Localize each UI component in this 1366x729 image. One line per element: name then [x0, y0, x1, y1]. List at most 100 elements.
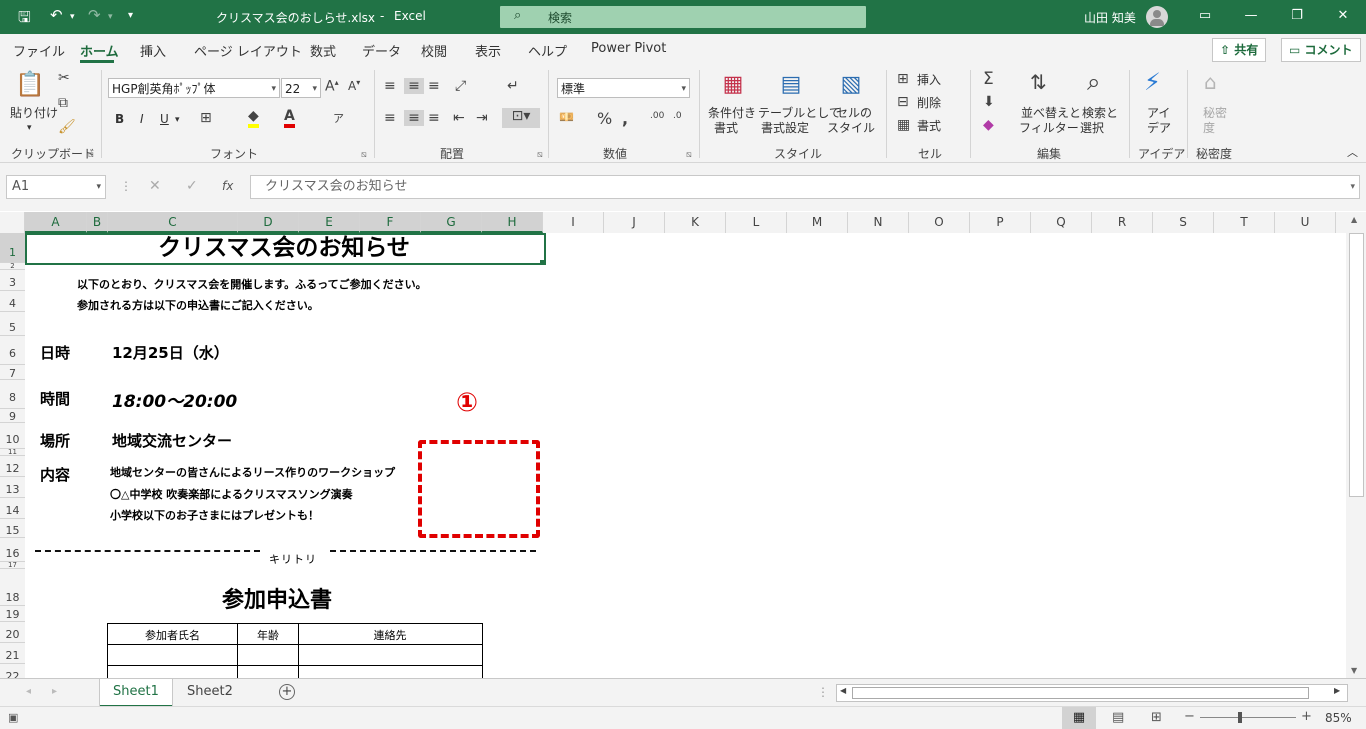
col-header-P[interactable]: P: [970, 212, 1031, 233]
horizontal-scroll-thumb[interactable]: [852, 687, 1309, 699]
font-family-select[interactable]: HGP創英角ﾎﾟｯﾌﾟ体 ▾: [108, 78, 280, 98]
avatar[interactable]: [1146, 6, 1168, 28]
cut-icon[interactable]: ✂: [58, 70, 70, 86]
orientation-icon[interactable]: ⤢: [455, 78, 466, 94]
col-header-C[interactable]: C: [108, 212, 238, 233]
name-box[interactable]: A1 ▾: [6, 175, 106, 199]
increase-decimal-icon[interactable]: .00: [650, 111, 664, 121]
row-header-21[interactable]: 21: [0, 643, 25, 664]
undo-icon[interactable]: ↶: [50, 6, 63, 24]
col-header-K[interactable]: K: [665, 212, 726, 233]
sort-filter-label-2[interactable]: フィルター: [1019, 121, 1079, 135]
find-select-label-1[interactable]: 検索と: [1082, 106, 1118, 120]
sensitivity-icon[interactable]: ⌂: [1204, 70, 1217, 94]
row-header-2[interactable]: 2: [0, 263, 25, 270]
underline-button[interactable]: U: [160, 112, 169, 126]
format-cells-label[interactable]: 書式: [917, 119, 941, 133]
normal-view-icon[interactable]: ▦: [1062, 707, 1096, 729]
scroll-up-icon[interactable]: ▲: [1351, 215, 1357, 224]
increase-font-icon[interactable]: A▴: [325, 78, 339, 95]
col-header-A[interactable]: A: [25, 212, 87, 233]
select-all-corner[interactable]: [0, 212, 25, 233]
cancel-icon[interactable]: ✕: [149, 179, 161, 193]
conditional-formatting-icon[interactable]: ▦: [719, 72, 747, 100]
col-header-B[interactable]: B: [87, 212, 108, 233]
font-color-icon[interactable]: A: [284, 108, 295, 128]
decrease-indent-icon[interactable]: ⇤: [453, 110, 465, 126]
format-as-table-label-1[interactable]: テーブルとして: [758, 106, 841, 120]
page-layout-view-icon[interactable]: ▤: [1112, 711, 1124, 725]
share-button[interactable]: ⇧ 共有: [1212, 38, 1267, 62]
paste-dropdown-icon[interactable]: ▾: [27, 121, 32, 135]
row-header-9[interactable]: 9: [0, 409, 25, 423]
increase-indent-icon[interactable]: ⇥: [476, 110, 488, 126]
decrease-decimal-icon[interactable]: .0: [673, 111, 682, 121]
align-middle-icon[interactable]: ≡: [404, 78, 424, 94]
decrease-font-icon[interactable]: A▾: [348, 78, 360, 93]
col-header-G[interactable]: G: [421, 212, 482, 233]
phonetic-icon[interactable]: ア: [333, 110, 344, 126]
row-header-22[interactable]: 22: [0, 664, 25, 678]
minimize-icon[interactable]: —: [1228, 0, 1274, 34]
insert-function-icon[interactable]: fx: [222, 179, 233, 193]
tab-view[interactable]: 表示: [475, 41, 501, 60]
clear-icon[interactable]: ◆: [983, 117, 994, 133]
collapse-ribbon-icon[interactable]: ︿: [1347, 146, 1358, 160]
zoom-slider[interactable]: [1200, 717, 1296, 718]
accounting-format-icon[interactable]: 💴: [559, 110, 574, 124]
col-header-L[interactable]: L: [726, 212, 787, 233]
col-header-F[interactable]: F: [360, 212, 421, 233]
row-header-14[interactable]: 14: [0, 498, 25, 519]
row-header-13[interactable]: 13: [0, 477, 25, 498]
col-header-O[interactable]: O: [909, 212, 970, 233]
cell-styles-icon[interactable]: ▧: [837, 72, 865, 100]
col-header-M[interactable]: M: [787, 212, 848, 233]
enter-icon[interactable]: ✓: [186, 179, 198, 193]
col-header-N[interactable]: N: [848, 212, 909, 233]
format-as-table-icon[interactable]: ▤: [777, 72, 805, 100]
zoom-slider-thumb[interactable]: [1238, 712, 1242, 723]
undo-dropdown-icon[interactable]: ▾: [70, 12, 75, 22]
tab-page-layout[interactable]: ページ レイアウト: [194, 41, 302, 60]
wrap-text-icon[interactable]: ↵: [507, 78, 519, 94]
prev-sheet-icon[interactable]: ◂: [26, 685, 31, 699]
row-header-10[interactable]: 10: [0, 423, 25, 449]
align-right-icon[interactable]: ≡: [428, 110, 440, 126]
row-header-15[interactable]: 15: [0, 519, 25, 538]
format-as-table-label-2[interactable]: 書式設定: [761, 121, 809, 135]
tab-formulas[interactable]: 数式: [310, 41, 336, 60]
ideas-label-2[interactable]: デア: [1147, 121, 1171, 135]
align-bottom-icon[interactable]: ≡: [428, 78, 440, 94]
sort-filter-label-1[interactable]: 並べ替えと: [1021, 106, 1081, 120]
conditional-formatting-label-2[interactable]: 書式: [714, 121, 738, 135]
restore-icon[interactable]: ❐: [1274, 0, 1320, 34]
col-header-S[interactable]: S: [1153, 212, 1214, 233]
row-header-16[interactable]: 16: [0, 538, 25, 562]
merge-center-icon[interactable]: ⊡▾: [502, 108, 540, 128]
sort-filter-icon[interactable]: ⇅: [1030, 70, 1047, 94]
bold-button[interactable]: B: [115, 112, 124, 126]
format-painter-icon[interactable]: 🖌: [58, 119, 76, 135]
row-header-17[interactable]: 17: [0, 562, 25, 569]
delete-cells-label[interactable]: 削除: [917, 96, 941, 110]
save-icon[interactable]: 🖫: [18, 7, 31, 32]
number-launcher-icon[interactable]: ⧅: [686, 148, 692, 162]
cell-styles-label-1[interactable]: セルの: [836, 106, 872, 120]
col-header-T[interactable]: T: [1214, 212, 1275, 233]
row-header-18[interactable]: 18: [0, 569, 25, 606]
redo-icon[interactable]: ↷: [88, 6, 101, 24]
sheet-tab-sheet2[interactable]: Sheet2: [174, 679, 246, 705]
copy-icon[interactable]: ⧉: [58, 95, 68, 111]
number-format-select[interactable]: 標準 ▾: [557, 78, 690, 98]
fill-icon[interactable]: ⬇: [983, 94, 995, 110]
redo-dropdown-icon[interactable]: ▾: [108, 12, 113, 22]
vertical-scroll-thumb[interactable]: [1349, 233, 1364, 497]
worksheet-grid[interactable]: クリスマス会のお知らせ 以下のとおり、クリスマス会を開催します。ふるってご参加く…: [25, 233, 1346, 678]
sensitivity-label-1[interactable]: 秘密: [1203, 106, 1227, 120]
percent-style-icon[interactable]: %: [597, 109, 612, 128]
row-header-20[interactable]: 20: [0, 622, 25, 643]
tab-insert[interactable]: 挿入: [140, 41, 166, 60]
conditional-formatting-label-1[interactable]: 条件付き: [708, 106, 756, 120]
zoom-level[interactable]: 85%: [1325, 711, 1352, 725]
col-header-U[interactable]: U: [1275, 212, 1336, 233]
